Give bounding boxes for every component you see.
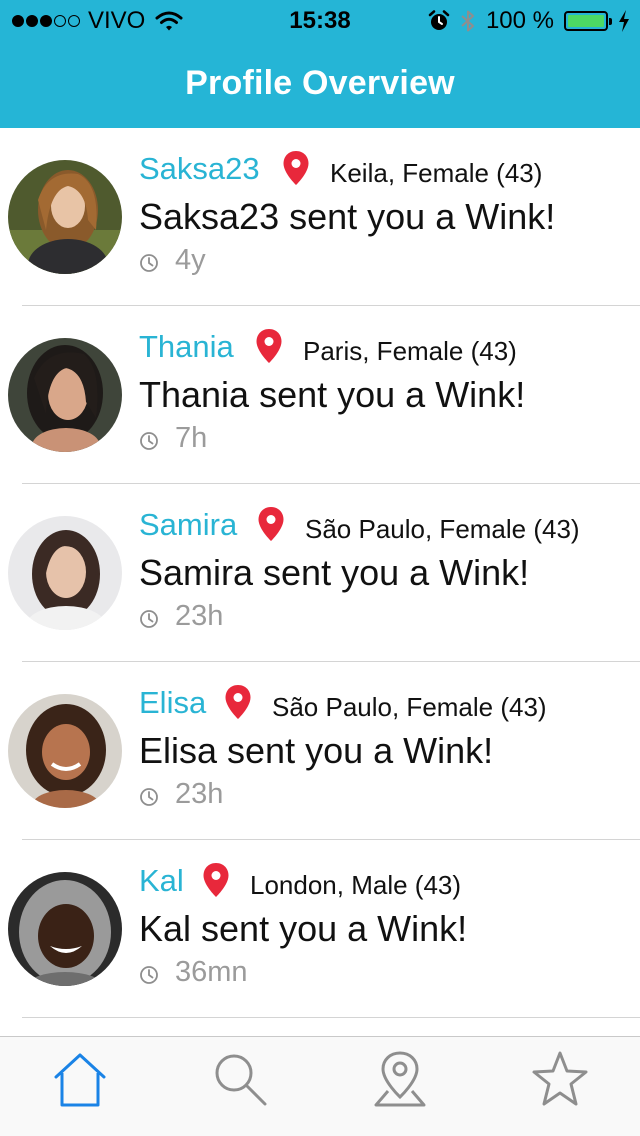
list-item[interactable]: Saksa23 Keila, Female (43) Saksa23 sent … [0, 128, 640, 306]
profile-name[interactable]: Samira [139, 507, 237, 543]
list-item[interactable]: Thania Paris, Female (43) Thania sent yo… [0, 306, 640, 484]
profile-location: Keila, Female (43) [330, 158, 543, 188]
clock-icon [140, 610, 158, 628]
list-item[interactable]: Elisa São Paulo, Female (43) Elisa sent … [0, 662, 640, 840]
search-icon[interactable] [210, 1049, 270, 1109]
battery-icon [564, 11, 612, 31]
clock-icon [140, 432, 158, 450]
profile-name[interactable]: Saksa23 [139, 151, 260, 187]
time-ago: 4y [175, 244, 206, 276]
location-pin-icon [225, 685, 251, 719]
alarm-clock-icon [428, 10, 450, 30]
charging-bolt-icon [619, 10, 629, 32]
bluetooth-icon [461, 10, 474, 32]
battery-percent: 100 % [485, 7, 554, 34]
list-item[interactable]: Kal London, Male (43) Kal sent you a Win… [0, 840, 640, 1018]
time-ago: 36mn [175, 956, 248, 988]
avatar[interactable] [8, 694, 122, 808]
page-title: Profile Overview [185, 64, 455, 102]
map-pin-icon[interactable] [370, 1049, 430, 1109]
profile-name[interactable]: Thania [139, 329, 234, 365]
row-divider [22, 1017, 640, 1018]
clock-icon [140, 788, 158, 806]
wink-message: Thania sent you a Wink! [139, 374, 526, 415]
home-icon[interactable] [50, 1049, 110, 1109]
profile-location: São Paulo, Female (43) [272, 692, 547, 722]
location-pin-icon [258, 507, 284, 541]
profile-name[interactable]: Elisa [139, 685, 206, 721]
status-bar: VIVO 15:38 100 % [0, 0, 640, 40]
wink-message: Samira sent you a Wink! [139, 552, 530, 593]
tab-bar [0, 1036, 640, 1136]
wink-message: Saksa23 sent you a Wink! [139, 196, 556, 237]
avatar[interactable] [8, 338, 122, 452]
clock-icon [140, 254, 158, 272]
time-ago: 7h [175, 422, 208, 454]
location-pin-icon [256, 329, 282, 363]
avatar[interactable] [8, 160, 122, 274]
wink-notification-list: Saksa23 Keila, Female (43) Saksa23 sent … [0, 128, 640, 1036]
clock-icon [140, 966, 158, 984]
location-pin-icon [203, 863, 229, 897]
star-icon[interactable] [530, 1049, 590, 1109]
time-ago: 23h [175, 600, 224, 632]
app-header: VIVO 15:38 100 % Profile Overview [0, 0, 640, 128]
avatar[interactable] [8, 872, 122, 986]
status-right: 100 % [428, 7, 630, 35]
wink-message: Kal sent you a Wink! [139, 908, 468, 949]
list-item[interactable]: Samira São Paulo, Female (43) Samira sen… [0, 484, 640, 662]
profile-location: London, Male (43) [250, 870, 462, 900]
avatar[interactable] [8, 516, 122, 630]
location-pin-icon [283, 151, 309, 185]
time-ago: 23h [175, 778, 224, 810]
profile-name[interactable]: Kal [139, 863, 184, 899]
profile-location: Paris, Female (43) [303, 336, 517, 366]
profile-location: São Paulo, Female (43) [305, 514, 580, 544]
wink-message: Elisa sent you a Wink! [139, 730, 494, 771]
